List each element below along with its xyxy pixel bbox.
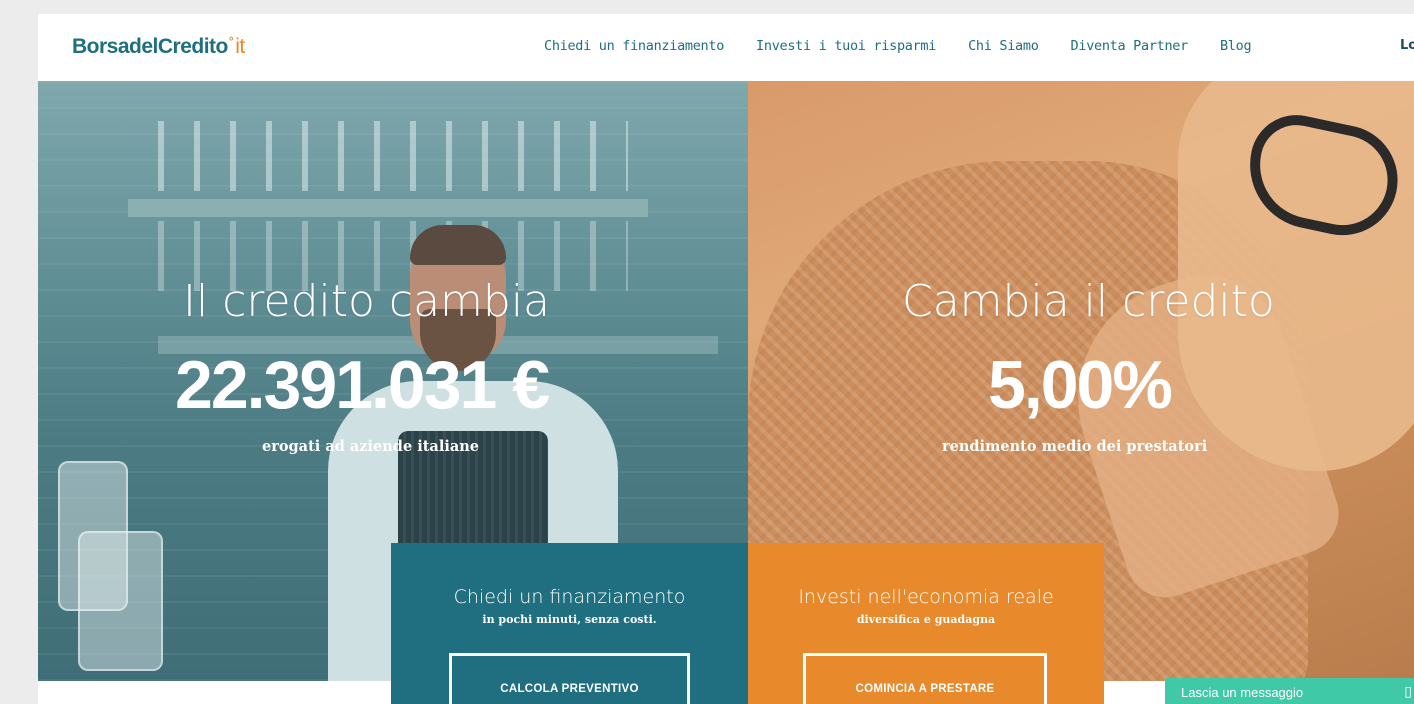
hero-left-title: Il credito cambia bbox=[183, 276, 551, 327]
logo-main-text: BorsadelCredito bbox=[72, 35, 228, 58]
decor-shelf bbox=[128, 199, 648, 217]
calcola-preventivo-label: CALCOLA PREVENTIVO bbox=[500, 683, 639, 695]
cta-finanziamento-subtitle: in pochi minuti, senza costi. bbox=[482, 613, 657, 626]
nav-item-blog[interactable]: Blog bbox=[1220, 38, 1252, 54]
chat-widget[interactable]: Lascia un messaggio ▯ bbox=[1165, 678, 1414, 704]
login-link[interactable]: Lo bbox=[1400, 38, 1414, 53]
hero-right-title: Cambia il credito bbox=[902, 276, 1275, 327]
hero-right-subtitle: rendimento medio dei prestatori bbox=[942, 438, 1208, 455]
logo-tld: it bbox=[235, 35, 245, 58]
comincia-a-prestare-label: COMINCIA A PRESTARE bbox=[855, 683, 995, 695]
hero-left-subtitle: erogati ad aziende italiane bbox=[262, 438, 480, 455]
nav-item-diventa-partner[interactable]: Diventa Partner bbox=[1071, 38, 1189, 54]
brand-logo[interactable]: BorsadelCredito ° it bbox=[72, 34, 245, 59]
cta-investi-subtitle: diversifica e guadagna bbox=[856, 613, 996, 626]
decor-glasses-top bbox=[158, 121, 628, 191]
hero-left-number: 22.391.031 € bbox=[175, 347, 550, 423]
hero-right-number: 5,00% bbox=[988, 347, 1173, 423]
comincia-a-prestare-button[interactable]: COMINCIA A PRESTARE bbox=[803, 653, 1047, 704]
logo-dot: ° bbox=[228, 34, 234, 48]
nav-item-chi-siamo[interactable]: Chi Siamo bbox=[968, 38, 1039, 54]
cta-finanziamento-title: Chiedi un finanziamento bbox=[453, 586, 686, 608]
top-navbar: BorsadelCredito ° it Chiedi un finanziam… bbox=[38, 14, 1414, 81]
chat-widget-label: Lascia un messaggio bbox=[1181, 685, 1304, 700]
cta-investi-box: Investi nell'economia reale diversifica … bbox=[748, 543, 1104, 704]
decor-jar-2 bbox=[78, 531, 163, 671]
main-menu: Chiedi un finanziamento Investi i tuoi r… bbox=[544, 38, 1283, 54]
cta-investi-title: Investi nell'economia reale bbox=[798, 586, 1054, 608]
calcola-preventivo-button[interactable]: CALCOLA PREVENTIVO bbox=[449, 653, 690, 704]
nav-item-chiedi-finanziamento[interactable]: Chiedi un finanziamento bbox=[544, 38, 724, 54]
chat-icon: ▯ bbox=[1404, 683, 1412, 699]
page: BorsadelCredito ° it Chiedi un finanziam… bbox=[38, 14, 1414, 704]
cta-finanziamento-box: Chiedi un finanziamento in pochi minuti,… bbox=[391, 543, 748, 704]
nav-item-investi-risparmi[interactable]: Investi i tuoi risparmi bbox=[756, 38, 936, 54]
